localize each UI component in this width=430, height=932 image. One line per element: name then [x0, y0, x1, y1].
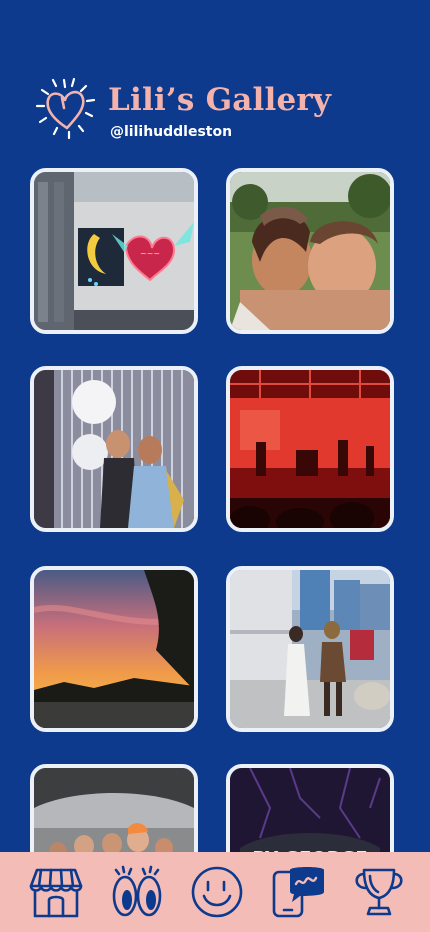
photo-gallery-grid: ~~~	[0, 0, 430, 930]
photo-red-concert-stage[interactable]	[226, 366, 394, 532]
tab-eyes[interactable]	[107, 864, 165, 920]
tab-shop[interactable]	[27, 864, 85, 920]
tab-trophy[interactable]	[350, 864, 408, 920]
shop-icon	[29, 868, 83, 918]
svg-text:~~~: ~~~	[140, 249, 160, 258]
photo-balloons-tinsel-party[interactable]	[30, 366, 198, 532]
trophy-icon	[355, 868, 403, 916]
photo-two-friends-selfie[interactable]	[226, 168, 394, 334]
tab-smiley[interactable]	[188, 864, 246, 920]
smiley-face-icon	[191, 866, 243, 918]
tab-phone-chat[interactable]	[270, 864, 328, 920]
bottom-tab-bar	[0, 852, 430, 932]
photo-sunset-sky-trees[interactable]	[30, 566, 198, 732]
photo-friends-walking-street[interactable]	[226, 566, 394, 732]
phone-chat-icon	[272, 867, 324, 918]
eyes-icon	[112, 865, 162, 917]
photo-neon-signs-building[interactable]: ~~~	[30, 168, 198, 334]
